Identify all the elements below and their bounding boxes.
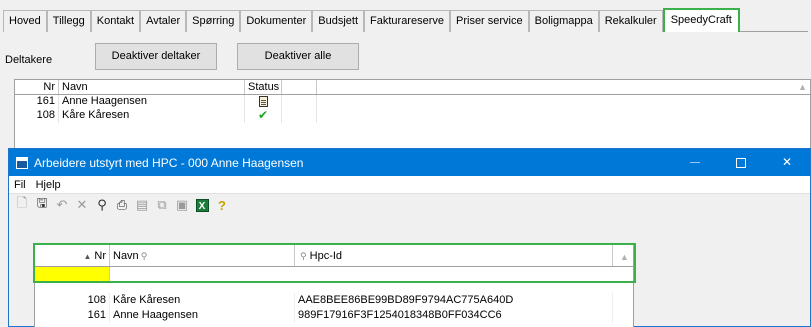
- tab-dokumenter[interactable]: Dokumenter: [240, 10, 313, 32]
- hpc-grid-header: ▲ Nr Navn ⚲ ⚲ Hpc-Id: [35, 245, 633, 267]
- cell-hpc-id: AAE8BEE86BE99BD89F9794AC775A640D: [295, 293, 613, 308]
- menu-bar: Fil Hjelp: [9, 176, 810, 194]
- word-export-icon[interactable]: ▣: [173, 196, 191, 214]
- cell-navn: Kåre Kåresen: [59, 109, 245, 123]
- cell-empty: [282, 109, 317, 123]
- table-row[interactable]: 161 Anne Haagensen: [15, 95, 810, 109]
- table-row[interactable]: 108 Kåre Kåresen ✔: [15, 109, 810, 123]
- print-icon[interactable]: ⎙: [113, 196, 131, 214]
- cell-status: [245, 95, 282, 109]
- preview-icon[interactable]: ▤: [133, 196, 151, 214]
- minimize-button[interactable]: [672, 149, 718, 176]
- cell-nr: 161: [15, 95, 59, 109]
- tab-priser-service[interactable]: Priser service: [450, 10, 529, 32]
- save-icon[interactable]: 🖫: [33, 195, 51, 214]
- column-header-empty: [282, 80, 317, 94]
- cell-navn: Anne Haagensen: [59, 95, 245, 109]
- participants-grid-header: Nr Navn Status: [15, 80, 810, 95]
- maximize-icon: [736, 157, 746, 168]
- cell-navn: Anne Haagensen: [110, 308, 295, 323]
- sort-ascending-icon: ▲: [83, 252, 92, 261]
- tab-sporring[interactable]: Spørring: [186, 10, 241, 32]
- checkmark-icon: ✔: [257, 109, 269, 122]
- cell-status: ✔: [245, 109, 282, 123]
- tab-boligmappa[interactable]: Boligmappa: [528, 10, 599, 32]
- participants-grid[interactable]: Nr Navn Status 161 Anne Haagensen 108 Kå…: [14, 79, 811, 151]
- menu-fil[interactable]: Fil: [9, 176, 31, 194]
- minimize-icon: [690, 162, 700, 164]
- cell-empty: [282, 95, 317, 109]
- new-document-icon[interactable]: 🗋: [13, 195, 31, 214]
- delete-icon[interactable]: ✕: [73, 196, 91, 214]
- filter-row[interactable]: [35, 267, 633, 282]
- table-row[interactable]: 108 Kåre Kåresen AAE8BEE86BE99BD89F9794A…: [35, 293, 633, 308]
- tab-tillegg[interactable]: Tillegg: [46, 10, 91, 32]
- tab-kontakt[interactable]: Kontakt: [90, 10, 141, 32]
- dialog-titlebar[interactable]: Arbeidere utstyrt med HPC - 000 Anne Haa…: [9, 149, 810, 176]
- column-header-navn[interactable]: Navn ⚲: [110, 245, 295, 266]
- cell-navn: Kåre Kåresen: [110, 293, 295, 308]
- tab-strip: Hoved Tillegg Kontakt Avtaler Spørring D…: [3, 8, 808, 32]
- filter-search-icon: ⚲: [300, 251, 307, 261]
- maximize-button[interactable]: [718, 149, 764, 176]
- filter-search-icon: ⚲: [140, 251, 148, 261]
- copy-icon[interactable]: ⧉: [153, 196, 171, 214]
- hpc-workers-dialog: Arbeidere utstyrt med HPC - 000 Anne Haa…: [8, 148, 811, 327]
- find-icon[interactable]: ⚲: [93, 196, 111, 214]
- scroll-up-icon[interactable]: ▲: [798, 82, 807, 92]
- menu-hjelp[interactable]: Hjelp: [31, 176, 66, 194]
- help-icon[interactable]: ?: [213, 196, 231, 214]
- undo-icon[interactable]: ↶: [53, 196, 71, 214]
- cell-nr: 108: [35, 293, 110, 308]
- cell-nr: 108: [15, 109, 59, 123]
- column-header-hpc-id[interactable]: ⚲ Hpc-Id: [295, 245, 613, 266]
- deactivate-participant-button[interactable]: Deaktiver deltaker: [95, 43, 217, 70]
- tab-fakturareserve[interactable]: Fakturareserve: [364, 10, 450, 32]
- deltakere-label: Deltakere: [5, 54, 53, 66]
- scroll-up-icon[interactable]: ▲: [620, 252, 629, 262]
- column-header-status[interactable]: Status: [245, 80, 282, 94]
- column-header-nr[interactable]: Nr: [15, 80, 59, 94]
- tab-rekalkuler[interactable]: Rekalkuler: [598, 10, 663, 32]
- close-icon: ✕: [781, 155, 793, 169]
- hpc-workers-grid[interactable]: ▲ Nr Navn ⚲ ⚲ Hpc-Id 108 Kåre Kåresen AAE8…: [34, 244, 634, 327]
- tab-budsjett[interactable]: Budsjett: [312, 10, 365, 32]
- column-header-navn[interactable]: Navn: [59, 80, 245, 94]
- tab-speedycraft[interactable]: SpeedyCraft: [662, 8, 740, 32]
- deactivate-all-button[interactable]: Deaktiver alle: [237, 43, 359, 70]
- close-button[interactable]: ✕: [764, 149, 810, 176]
- tab-avtaler[interactable]: Avtaler: [140, 10, 187, 32]
- cell-nr: 161: [35, 308, 110, 323]
- excel-export-icon[interactable]: X: [193, 196, 211, 214]
- tab-hoved[interactable]: Hoved: [3, 10, 47, 32]
- clipboard-icon: [258, 96, 268, 107]
- dialog-title: Arbeidere utstyrt med HPC - 000 Anne Haa…: [34, 155, 304, 170]
- column-header-nr[interactable]: ▲ Nr: [35, 245, 110, 266]
- toolbar: 🗋 🖫 ↶ ✕ ⚲ ⎙ ▤ ⧉ ▣ X ?: [9, 194, 810, 216]
- cell-hpc-id: 989F17916F3F1254018348B0FF034CC6: [295, 308, 613, 323]
- window-icon: [16, 156, 28, 169]
- filter-cell-nr[interactable]: [35, 267, 110, 281]
- table-row[interactable]: 161 Anne Haagensen 989F17916F3F125401834…: [35, 308, 633, 323]
